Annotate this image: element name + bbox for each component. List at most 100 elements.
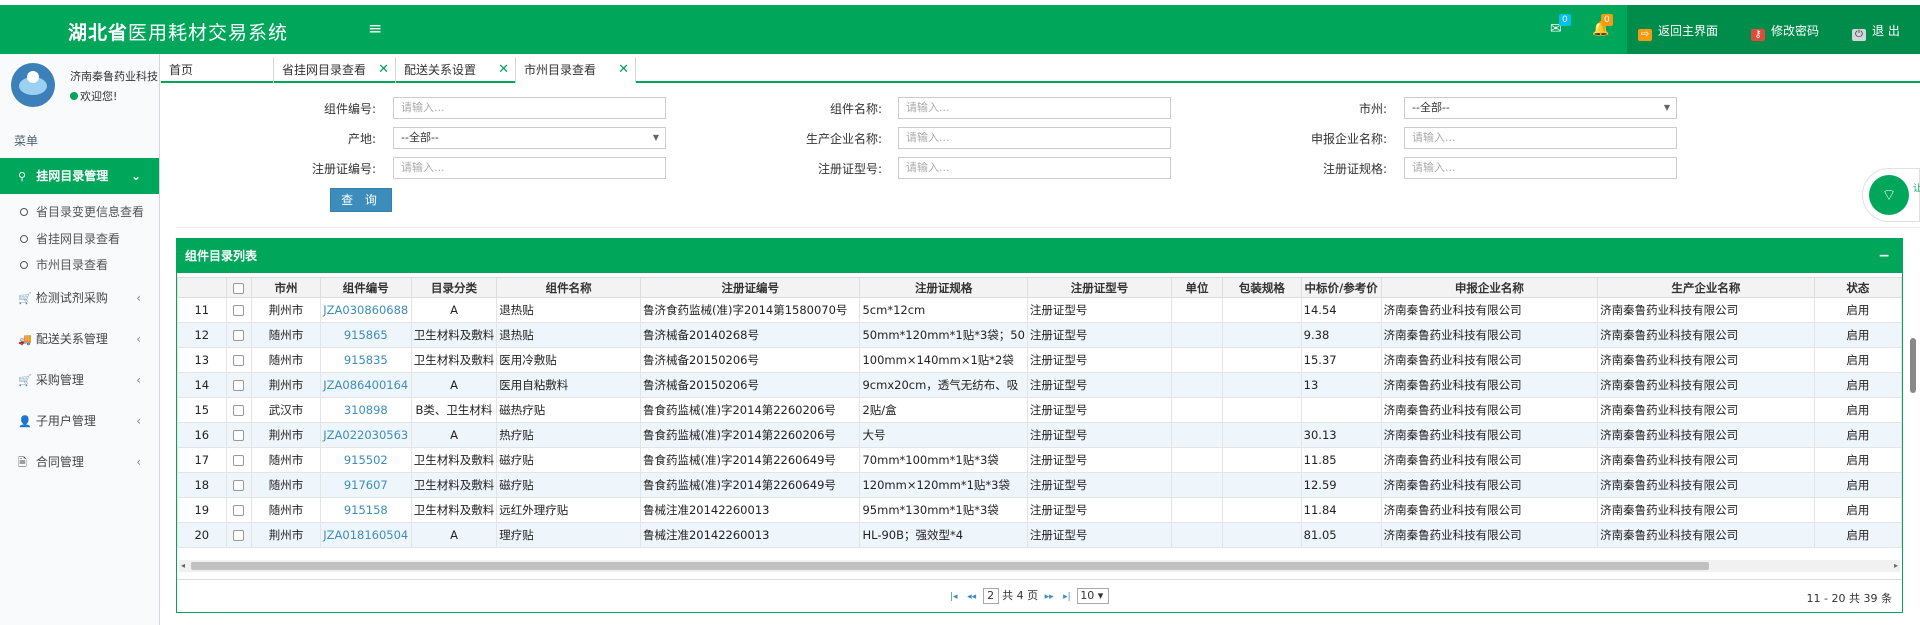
- sidebar-item-delivery[interactable]: 🚚 配送关系管理 ‹: [0, 321, 159, 357]
- table-row[interactable]: 18 随州市 917607 卫生材料及敷料 磁疗贴 鲁食药监械(准)字2014第22606…: [177, 472, 1902, 498]
- scrollbar-thumb[interactable]: [191, 562, 1709, 570]
- tab-home[interactable]: 首页: [161, 57, 273, 83]
- row-checkbox[interactable]: [233, 330, 245, 341]
- component-code-link[interactable]: JZA022030563: [319, 422, 412, 448]
- city-select[interactable]: --全部-- ▼: [1404, 97, 1677, 119]
- menu-toggle-icon[interactable]: ≡: [368, 19, 382, 39]
- last-page-button[interactable]: ▸|: [1063, 592, 1071, 602]
- row-checkbox-cell[interactable]: [225, 397, 253, 423]
- query-button[interactable]: 查 询: [330, 188, 392, 212]
- component-name-input[interactable]: 请输入...: [898, 97, 1171, 119]
- component-code-link[interactable]: 915865: [319, 322, 412, 348]
- sidebar-item-contract[interactable]: 🗎 合同管理 ‹: [0, 444, 159, 480]
- home-link[interactable]: ⇨ 返回主界面: [1638, 22, 1718, 41]
- tab-province-catalog[interactable]: 省挂网目录查看 ✕: [273, 57, 396, 83]
- row-checkbox-cell[interactable]: [225, 447, 253, 473]
- component-code-link[interactable]: 915835: [319, 347, 412, 373]
- component-code-link[interactable]: JZA086400164: [319, 372, 412, 398]
- sidebar-item-purchase[interactable]: 🛒 采购管理 ‹: [0, 362, 159, 398]
- table-row[interactable]: 15 武汉市 310898 B类、卫生材料 磁热疗贴 鲁食药监械(准)字2014第2260…: [177, 397, 1902, 423]
- collapse-icon[interactable]: −: [1878, 239, 1890, 273]
- component-code-link[interactable]: 310898: [319, 397, 412, 423]
- row-checkbox[interactable]: [233, 355, 245, 366]
- row-checkbox-cell[interactable]: [225, 372, 253, 398]
- change-password-link[interactable]: ⚷ 修改密码: [1751, 22, 1819, 41]
- sidebar-subitem-change-info[interactable]: 省目录变更信息查看: [20, 203, 144, 220]
- table-cell: 11.84: [1300, 497, 1382, 523]
- close-icon[interactable]: ✕: [498, 57, 509, 83]
- next-page-button[interactable]: ▸▸: [1045, 592, 1054, 602]
- row-checkbox-cell[interactable]: [225, 472, 253, 498]
- component-code-input[interactable]: 请输入...: [393, 97, 666, 119]
- component-code-link[interactable]: 917607: [319, 472, 412, 498]
- table-row[interactable]: 19 随州市 915158 卫生材料及敷料 远红外理疗贴 鲁械注准20142260013 9…: [177, 497, 1902, 523]
- bell-notification[interactable]: 🔔 0: [1592, 14, 1613, 37]
- component-code-link[interactable]: JZA018160504: [319, 522, 412, 548]
- row-checkbox-cell[interactable]: [225, 297, 253, 323]
- prev-page-button[interactable]: ◂◂: [967, 592, 976, 602]
- table-row[interactable]: 14 荆州市 JZA086400164 A 医用自粘敷料 鲁济械备20150206号 9cm…: [177, 372, 1902, 398]
- origin-select[interactable]: --全部-- ▼: [393, 127, 666, 149]
- sidebar-subitem-city-catalog[interactable]: 市州目录查看: [20, 256, 108, 273]
- table-cell: 济南秦鲁药业科技有限公司: [1597, 347, 1815, 373]
- row-checkbox-cell[interactable]: [225, 322, 253, 348]
- horizontal-scrollbar[interactable]: ◂ ▸: [179, 560, 1900, 572]
- data-grid: 市州 组件编号 目录分类 组件名称 注册证编号 注册证规格 注册证型号 单位 包装规格 中标价/参…: [177, 277, 1902, 552]
- table-cell: 随州市: [251, 347, 321, 373]
- table-row[interactable]: 17 随州市 915502 卫生材料及敷料 磁疗贴 鲁食药监械(准)字2014第22606…: [177, 447, 1902, 473]
- scroll-left-icon[interactable]: ◂: [181, 560, 185, 572]
- close-icon[interactable]: ✕: [618, 57, 629, 83]
- component-code-link[interactable]: 915502: [319, 447, 412, 473]
- page-size-select[interactable]: 10 ▾: [1077, 588, 1110, 604]
- applicant-input[interactable]: 请输入...: [1404, 127, 1677, 149]
- table-row[interactable]: 20 荆州市 JZA018160504 A 理疗贴 鲁械注准20142260013 HL-9…: [177, 522, 1902, 548]
- row-checkbox[interactable]: [233, 455, 245, 466]
- tab-city-catalog[interactable]: 市州目录查看 ✕: [516, 57, 636, 83]
- sidebar-item-reagent[interactable]: 🛒 检测试剂采购 ‹: [0, 280, 159, 316]
- table-cell: 荆州市: [251, 297, 321, 323]
- table-cell: 鲁食药监械(准)字2014第2260649号: [639, 447, 861, 473]
- sidebar-subitem-province-catalog[interactable]: 省挂网目录查看: [20, 230, 120, 247]
- scrollbar-thumb[interactable]: [1910, 338, 1916, 393]
- reg-code-input[interactable]: 请输入...: [393, 157, 666, 179]
- component-code-link[interactable]: 915158: [319, 497, 412, 523]
- page-number-input[interactable]: 2: [982, 588, 999, 604]
- reg-spec-input[interactable]: 请输入...: [1404, 157, 1677, 179]
- reg-model-input[interactable]: 请输入...: [898, 157, 1171, 179]
- row-checkbox-cell[interactable]: [225, 347, 253, 373]
- floating-widget[interactable]: ⌔ 让: [1862, 168, 1920, 222]
- table-row[interactable]: 12 随州市 915865 卫生材料及敷料 退热贴 鲁济械备20140268号 50mm*1…: [177, 322, 1902, 348]
- sidebar-item-catalog[interactable]: ⚲ 挂网目录管理 ⌄: [0, 158, 159, 194]
- row-checkbox[interactable]: [233, 430, 245, 441]
- select-all-header[interactable]: [225, 277, 253, 298]
- row-checkbox-cell[interactable]: [225, 497, 253, 523]
- mail-notification[interactable]: ✉ 0: [1550, 14, 1571, 37]
- row-checkbox[interactable]: [233, 530, 245, 541]
- table-row[interactable]: 16 荆州市 JZA022030563 A 热疗贴 鲁食药监械(准)字2014第22602…: [177, 422, 1902, 448]
- sidebar-item-subuser[interactable]: 👤 子用户管理 ‹: [0, 403, 159, 439]
- logout-link[interactable]: ⏻ 退 出: [1852, 22, 1900, 41]
- table-row[interactable]: 11 荆州市 JZA030860688 A 退热贴 鲁济食药监械(准)字2014第1580…: [177, 297, 1902, 323]
- row-checkbox[interactable]: [233, 405, 245, 416]
- row-checkbox[interactable]: [233, 305, 245, 316]
- select-all-checkbox[interactable]: [233, 282, 245, 294]
- scroll-right-icon[interactable]: ▸: [1894, 560, 1898, 572]
- row-number: 12: [177, 322, 227, 348]
- table-row[interactable]: 13 随州市 915835 卫生材料及敷料 医用冷敷贴 鲁济械备20150206号 100m…: [177, 347, 1902, 373]
- table-cell: 济南秦鲁药业科技有限公司: [1597, 322, 1815, 348]
- table-cell: 注册证型号: [1026, 422, 1173, 448]
- table-cell: 退热贴: [496, 322, 641, 348]
- row-checkbox[interactable]: [233, 380, 245, 391]
- table-cell: 启用: [1813, 497, 1902, 523]
- table-cell: [1171, 347, 1223, 373]
- manufacturer-input[interactable]: 请输入...: [898, 127, 1171, 149]
- row-checkbox[interactable]: [233, 480, 245, 491]
- row-checkbox-cell[interactable]: [225, 422, 253, 448]
- vertical-scrollbar[interactable]: [1908, 300, 1918, 400]
- first-page-button[interactable]: |◂: [950, 592, 958, 602]
- component-code-link[interactable]: JZA030860688: [319, 297, 412, 323]
- row-checkbox-cell[interactable]: [225, 522, 253, 548]
- row-checkbox[interactable]: [233, 505, 245, 516]
- close-icon[interactable]: ✕: [378, 57, 389, 83]
- tab-delivery-settings[interactable]: 配送关系设置 ✕: [396, 57, 516, 83]
